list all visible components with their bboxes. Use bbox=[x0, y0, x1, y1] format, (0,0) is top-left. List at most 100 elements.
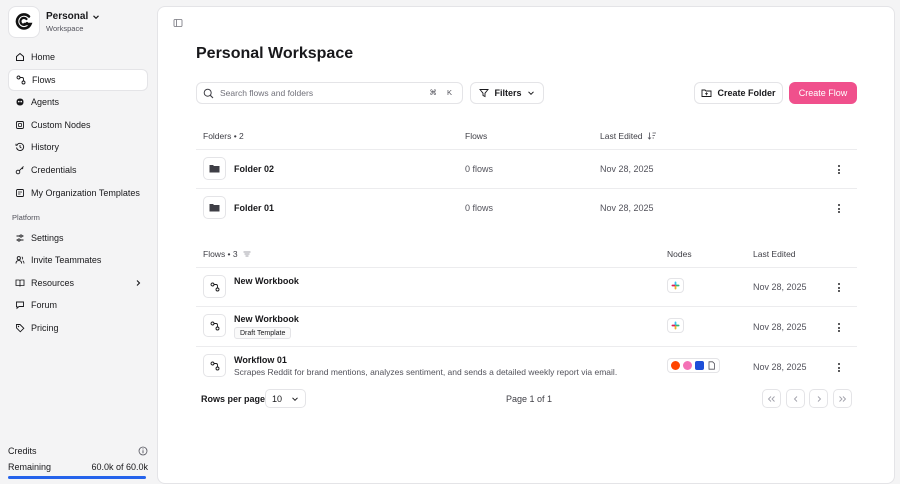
divider bbox=[196, 346, 857, 347]
home-icon bbox=[16, 52, 24, 61]
sidebar-item-history[interactable]: History bbox=[8, 136, 148, 158]
folders-col-last-edited[interactable]: Last Edited bbox=[600, 131, 657, 141]
sidebar-item-pricing[interactable]: Pricing bbox=[8, 317, 148, 339]
flows-count-label: Flows • 3 bbox=[203, 249, 238, 259]
folder-name[interactable]: Folder 02 bbox=[234, 164, 274, 174]
divider bbox=[196, 149, 857, 150]
sidebar-item-home[interactable]: Home bbox=[8, 46, 148, 68]
chevron-down-icon bbox=[527, 91, 534, 96]
create-flow-label: Create Flow bbox=[798, 88, 848, 98]
flow-nodes bbox=[667, 318, 684, 333]
chevrons-right-icon bbox=[839, 395, 847, 402]
chevron-right-icon bbox=[817, 395, 821, 402]
create-folder-label: Create Folder bbox=[717, 88, 776, 98]
sidebar-item-label: Forum bbox=[31, 300, 58, 311]
search-input[interactable]: Search flows and folders ⌘ K bbox=[196, 82, 463, 104]
prev-page-button[interactable] bbox=[786, 389, 805, 408]
more-options-icon[interactable] bbox=[835, 165, 843, 174]
template-icon bbox=[16, 188, 24, 197]
sort-icon[interactable] bbox=[242, 249, 252, 259]
more-options-icon[interactable] bbox=[835, 204, 843, 213]
sidebar-nav: Home Flows Agents Custom Nodes History C… bbox=[8, 46, 148, 340]
search-shortcut: ⌘ K bbox=[429, 88, 456, 97]
folder-icon bbox=[209, 204, 220, 212]
rows-per-page-label: Rows per page bbox=[201, 394, 266, 404]
chevrons-left-icon bbox=[767, 395, 775, 402]
credits-panel: Credits Remaining 60.0k of 60.0k bbox=[8, 446, 148, 479]
settings-icon bbox=[16, 234, 24, 242]
sidebar-item-label: Custom Nodes bbox=[31, 119, 91, 130]
sidebar-item-org-templates[interactable]: My Organization Templates bbox=[8, 182, 148, 204]
sidebar-item-resources[interactable]: Resources bbox=[8, 272, 148, 294]
sort-desc-icon bbox=[647, 132, 656, 140]
sidebar-item-custom-nodes[interactable]: Custom Nodes bbox=[8, 114, 148, 136]
more-options-icon[interactable] bbox=[835, 283, 843, 292]
flows-header: Flows • 3 bbox=[203, 249, 252, 259]
sidebar-item-flows[interactable]: Flows bbox=[8, 68, 148, 91]
rows-per-page-value: 10 bbox=[272, 393, 283, 404]
last-page-button[interactable] bbox=[833, 389, 852, 408]
sidebar-item-credentials[interactable]: Credentials bbox=[8, 159, 148, 181]
create-flow-button[interactable]: Create Flow bbox=[789, 82, 857, 104]
credits-title: Credits bbox=[8, 446, 37, 456]
folder-name[interactable]: Folder 01 bbox=[234, 203, 274, 213]
flow-name[interactable]: New Workbook bbox=[234, 276, 299, 286]
first-page-button[interactable] bbox=[762, 389, 781, 408]
users-icon bbox=[15, 256, 25, 264]
filters-label: Filters bbox=[494, 88, 522, 98]
flows-col-last-edited: Last Edited bbox=[753, 249, 796, 259]
more-options-icon[interactable] bbox=[835, 323, 843, 332]
flow-last-edited: Nov 28, 2025 bbox=[753, 362, 807, 372]
folder-icon-box bbox=[203, 157, 226, 180]
flow-last-edited: Nov 28, 2025 bbox=[753, 322, 807, 332]
flow-icon bbox=[210, 321, 219, 330]
agent-icon bbox=[16, 98, 24, 106]
toggle-sidebar-button[interactable] bbox=[173, 18, 183, 30]
flow-description: Scrapes Reddit for brand mentions, analy… bbox=[234, 367, 618, 377]
main-panel: Personal Workspace Search flows and fold… bbox=[157, 6, 895, 484]
sidebar-item-label: My Organization Templates bbox=[31, 187, 140, 198]
chevron-down-icon bbox=[93, 14, 100, 19]
next-page-button[interactable] bbox=[809, 389, 828, 408]
draft-template-badge: Draft Template bbox=[234, 327, 292, 339]
divider bbox=[196, 188, 857, 189]
flow-name[interactable]: Workflow 01 bbox=[234, 355, 287, 365]
divider bbox=[196, 267, 857, 268]
folder-flow-count: 0 flows bbox=[465, 203, 494, 213]
custom-nodes-icon bbox=[16, 120, 24, 129]
filter-icon bbox=[479, 89, 490, 98]
sidebar-item-label: Credentials bbox=[31, 164, 77, 175]
flow-icon bbox=[210, 361, 219, 370]
tag-icon bbox=[16, 323, 25, 333]
info-icon[interactable] bbox=[138, 446, 148, 456]
sidebar: Personal Workspace Home Flows Agents Cus… bbox=[0, 0, 157, 484]
more-options-icon[interactable] bbox=[835, 363, 843, 372]
page-indicator: Page 1 of 1 bbox=[506, 394, 553, 404]
flow-name[interactable]: New Workbook bbox=[234, 314, 299, 324]
history-icon bbox=[15, 143, 25, 152]
folders-header: Folders • 2 bbox=[203, 131, 244, 141]
sidebar-item-forum[interactable]: Forum bbox=[8, 294, 148, 316]
sidebar-section-platform: Platform bbox=[12, 213, 40, 223]
sidebar-item-agents[interactable]: Agents bbox=[8, 91, 148, 113]
sidebar-item-invite[interactable]: Invite Teammates bbox=[8, 249, 148, 271]
reddit-icon bbox=[671, 361, 680, 370]
sidebar-item-label: Home bbox=[31, 52, 56, 62]
ai-sentiment-icon bbox=[683, 361, 692, 370]
chevron-left-icon bbox=[793, 395, 797, 402]
sidebar-item-label: Resources bbox=[31, 277, 75, 288]
filters-button[interactable]: Filters bbox=[470, 82, 544, 104]
search-placeholder: Search flows and folders bbox=[220, 88, 314, 98]
folders-col-last-edited-label: Last Edited bbox=[600, 131, 643, 141]
sidebar-toggle-icon bbox=[173, 19, 183, 27]
forum-icon bbox=[16, 301, 24, 310]
folders-col-flows: Flows bbox=[465, 131, 488, 141]
flow-icon-box bbox=[203, 354, 226, 377]
sidebar-item-settings[interactable]: Settings bbox=[8, 227, 148, 249]
flow-nodes bbox=[667, 358, 720, 373]
rows-per-page-select[interactable]: 10 bbox=[265, 389, 306, 408]
workspace-switcher[interactable]: Personal Workspace bbox=[8, 6, 100, 38]
flow-icon-box bbox=[203, 275, 226, 298]
create-folder-button[interactable]: Create Folder bbox=[694, 82, 783, 104]
workspace-subtitle: Workspace bbox=[46, 24, 84, 33]
